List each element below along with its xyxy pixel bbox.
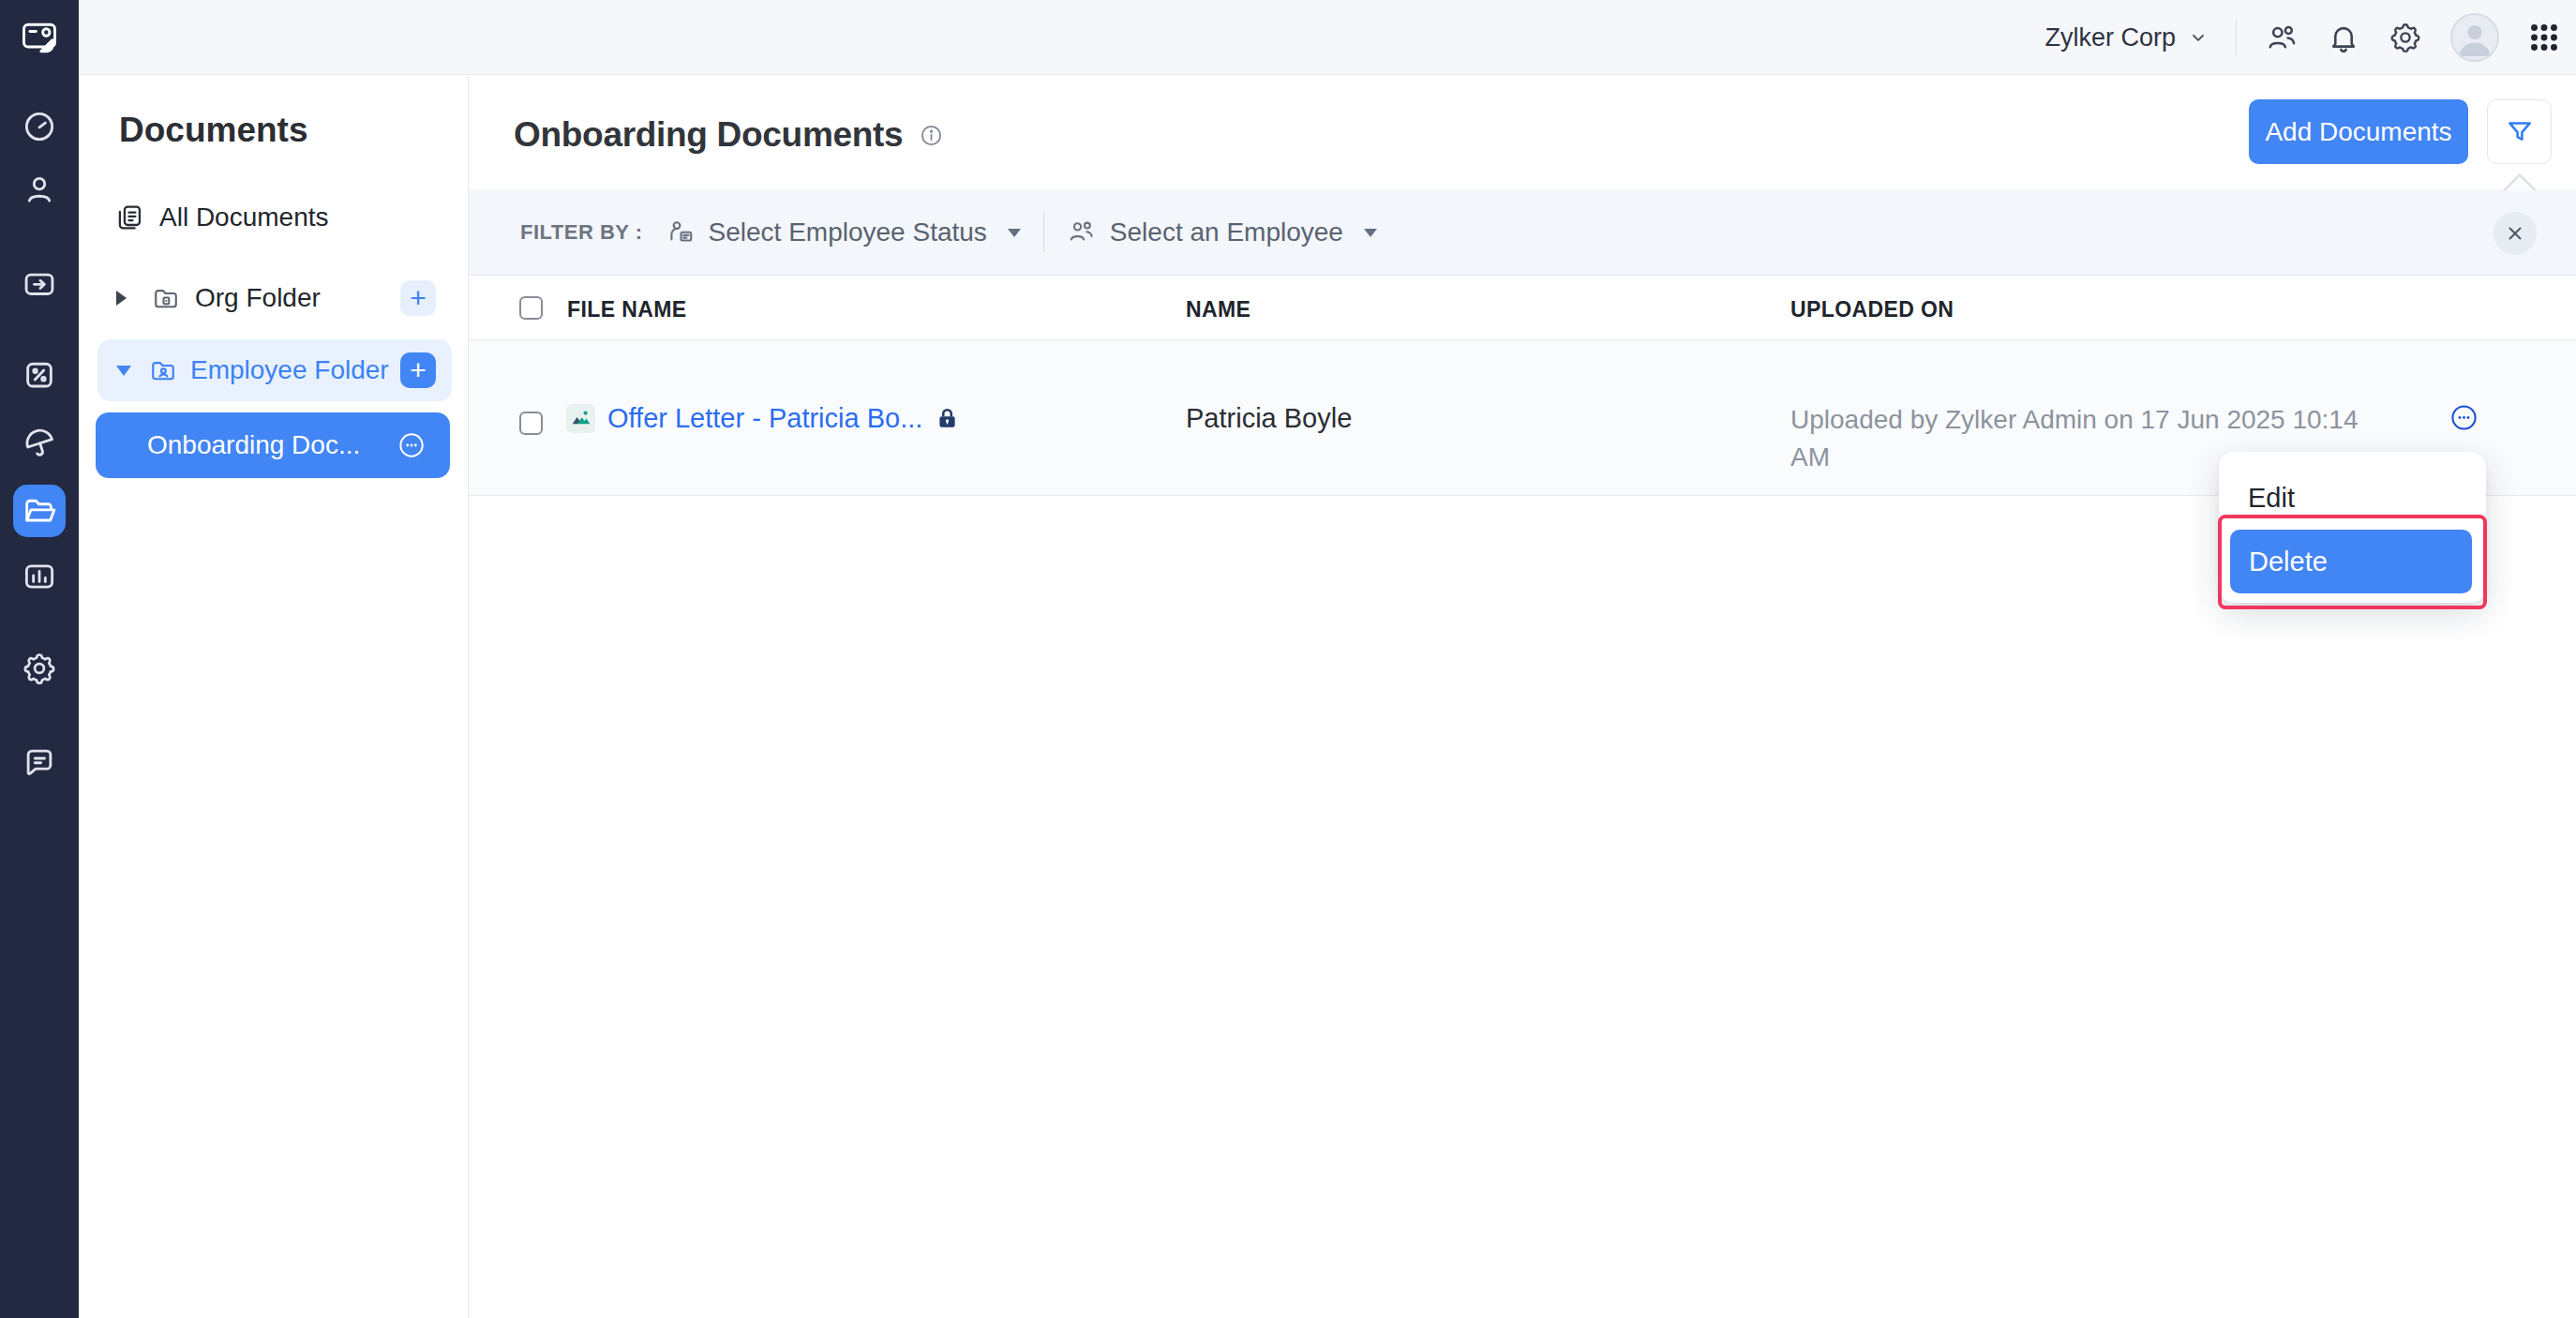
filter-funnel-icon: [2505, 117, 2535, 147]
notifications-bell-icon[interactable]: [2327, 21, 2360, 54]
bar-chart-icon[interactable]: [22, 559, 57, 594]
logo-icon[interactable]: [19, 17, 60, 58]
sidebar-item-employee-folder[interactable]: Employee Folder: [97, 339, 452, 401]
umbrella-icon[interactable]: [17, 420, 62, 465]
employee-folder-icon: [149, 356, 177, 384]
caret-down-icon[interactable]: [116, 366, 131, 376]
sidebar-item-org-folder[interactable]: Org Folder: [116, 279, 321, 317]
menu-item-edit[interactable]: Edit: [2248, 483, 2295, 514]
apps-grid-icon[interactable]: [2527, 21, 2561, 54]
employee-status-select[interactable]: Select Employee Status: [666, 217, 1021, 247]
chat-icon[interactable]: [22, 744, 57, 780]
add-documents-button[interactable]: Add Documents: [2249, 99, 2468, 164]
sidebar-item-label: Org Folder: [195, 283, 321, 313]
org-folder-icon: [152, 284, 180, 312]
column-header-uploaded-on: UPLOADED ON: [1790, 297, 1954, 322]
filter-by-label: FILTER BY :: [520, 220, 643, 245]
documents-sidebar: Documents All Documents Org Folder + Emp…: [79, 75, 469, 1318]
select-all-checkbox[interactable]: [519, 296, 543, 320]
person-icon[interactable]: [22, 172, 57, 207]
sidebar-item-onboarding-documents[interactable]: Onboarding Doc...: [96, 412, 450, 478]
org-switcher[interactable]: Zylker Corp: [2044, 23, 2208, 52]
image-file-icon: [566, 404, 595, 433]
sidebar-item-all-documents[interactable]: All Documents: [114, 199, 329, 236]
column-header-name: NAME: [1186, 297, 1251, 322]
employee-select[interactable]: Select an Employee: [1067, 217, 1377, 247]
close-filter-button[interactable]: [2494, 212, 2537, 255]
topbar-divider: [2236, 20, 2237, 55]
lock-icon: [935, 406, 960, 431]
caret-right-icon[interactable]: [116, 291, 127, 306]
add-employee-folder-button[interactable]: +: [400, 352, 436, 388]
column-header-file-name: FILE NAME: [567, 297, 687, 322]
select-row-checkbox[interactable]: [519, 412, 543, 435]
avatar[interactable]: [2450, 13, 2499, 62]
caret-down-icon: [1364, 229, 1377, 237]
sidebar-item-label: All Documents: [159, 202, 329, 232]
employees-icon: [1067, 217, 1097, 247]
menu-item-delete[interactable]: Delete: [2230, 530, 2472, 593]
file-link[interactable]: Offer Letter - Patricia Bo...: [607, 403, 922, 434]
folder-options-icon[interactable]: [398, 432, 425, 458]
gear-icon[interactable]: [22, 651, 57, 686]
documents-copy-icon: [114, 202, 144, 232]
caret-down-icon: [1008, 229, 1021, 237]
chevron-down-icon: [2189, 28, 2208, 47]
page: Zylker Corp Documents: [0, 0, 2576, 1318]
page-title: Onboarding Documents: [514, 115, 903, 155]
settings-gear-icon[interactable]: [2389, 21, 2422, 54]
percent-card-icon[interactable]: [22, 357, 57, 393]
row-name-cell: Patricia Boyle: [1186, 340, 1352, 496]
sidebar-title: Documents: [119, 111, 307, 150]
add-org-folder-button[interactable]: +: [400, 280, 436, 316]
rail-active-item[interactable]: [13, 485, 66, 537]
gauge-icon[interactable]: [22, 109, 57, 144]
employee-status-icon: [666, 217, 696, 247]
folder-icon: [22, 493, 57, 529]
info-icon[interactable]: [920, 124, 943, 147]
filter-button[interactable]: [2487, 99, 2552, 164]
sidebar-item-label: Employee Folder: [190, 355, 389, 385]
topbar: Zylker Corp: [79, 0, 2576, 75]
org-name: Zylker Corp: [2044, 23, 2176, 52]
close-icon: [2504, 222, 2526, 245]
table-header: FILE NAME NAME UPLOADED ON: [469, 276, 2576, 340]
card-arrow-icon[interactable]: [22, 266, 57, 302]
people-icon[interactable]: [2265, 21, 2299, 54]
row-actions-button[interactable]: [2450, 404, 2478, 431]
left-rail: [0, 0, 79, 1318]
sidebar-item-label: Onboarding Doc...: [147, 430, 360, 460]
